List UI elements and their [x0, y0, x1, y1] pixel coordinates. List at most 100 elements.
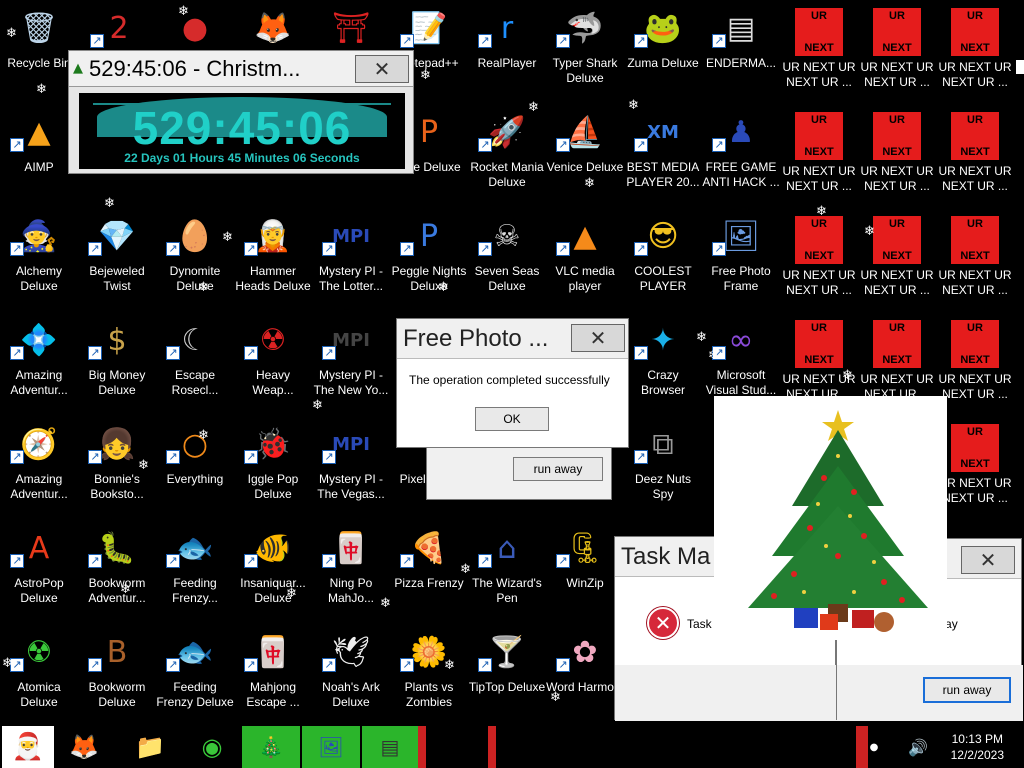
- desktop-icon[interactable]: P ↗ Peggle Nights Deluxe: [390, 208, 468, 308]
- run-away-button[interactable]: run away: [513, 457, 603, 481]
- free-photo-dialog[interactable]: Free Photo ... ✕ The operation completed…: [396, 318, 629, 448]
- desktop-icon[interactable]: 🐟 ↗ Feeding Frenzy...: [156, 520, 234, 620]
- desktop-icon[interactable]: ♟ ↗ FREE GAME ANTI HACK ...: [702, 104, 780, 204]
- desktop-icon[interactable]: ⧉ ↗ Deez Nuts Spy: [624, 416, 702, 516]
- desktop-icon[interactable]: MPI ↗ Mystery PI - The Vegas...: [312, 416, 390, 516]
- desktop-icon-label: Word Harmo...: [546, 680, 624, 694]
- desktop-icon[interactable]: ⛵ ↗ Venice Deluxe: [546, 104, 624, 204]
- ur-next-icon[interactable]: UR NEXT UR NEXT UR NEXT UR ...: [936, 312, 1014, 412]
- ur-next-icon[interactable]: UR NEXT UR NEXT UR NEXT UR ...: [780, 0, 858, 100]
- run-away-button[interactable]: run away: [923, 677, 1011, 703]
- desktop-icon[interactable]: 🧝 ↗ Hammer Heads Deluxe: [234, 208, 312, 308]
- ur-next-icon[interactable]: UR NEXT UR NEXT UR NEXT UR ...: [936, 0, 1014, 100]
- ur-next-label: UR NEXT UR NEXT UR ...: [860, 268, 934, 297]
- shortcut-arrow-icon: ↗: [88, 346, 102, 360]
- desktop-icon[interactable]: 🚀 ↗ Rocket Mania Deluxe: [468, 104, 546, 204]
- desktop-icon[interactable]: 👧 ↗ Bonnie's Booksto...: [78, 416, 156, 516]
- desktop-icon[interactable]: 😎 ↗ COOLEST PLAYER: [624, 208, 702, 308]
- ur-next-icon[interactable]: UR NEXT UR NEXT UR NEXT UR ...: [858, 0, 936, 100]
- ur-tile-top: UR: [889, 114, 905, 126]
- desktop-icon[interactable]: ▲ ↗ AIMP: [0, 104, 78, 204]
- desktop-icon[interactable]: 🀄 ↗ Ning Po MahJo...: [312, 520, 390, 620]
- desktop-icon[interactable]: 🕊 ↗ Noah's Ark Deluxe: [312, 624, 390, 724]
- ur-next-label: UR NEXT UR NEXT UR ...: [938, 372, 1012, 401]
- desktop-icon[interactable]: 🐛 ↗ Bookworm Adventur...: [78, 520, 156, 620]
- app-icon: 🦊: [254, 11, 292, 46]
- desktop-icon[interactable]: 💎 ↗ Bejeweled Twist: [78, 208, 156, 308]
- desktop-icon[interactable]: 🧭 ↗ Amazing Adventur...: [0, 416, 78, 516]
- firefox-taskbar-icon[interactable]: 🦊: [60, 726, 108, 768]
- desktop-icon[interactable]: $ ↗ Big Money Deluxe: [78, 312, 156, 412]
- desktop-icon[interactable]: 🍸 ↗ TipTop Deluxe: [468, 624, 546, 724]
- taskbar-photo-app[interactable]: 🖼: [302, 726, 360, 768]
- countdown-window[interactable]: ▲ 529:45:06 - Christm... ✕ 529:45:06 22 …: [68, 50, 414, 174]
- desktop-icon[interactable]: 🖼 ↗ Free Photo Frame: [702, 208, 780, 308]
- desktop-icon[interactable]: XM ↗ BEST MEDIA PLAYER 20...: [624, 104, 702, 204]
- free-photo-message: The operation completed successfully: [409, 373, 610, 387]
- clock-time: 10:13 PM: [951, 732, 1003, 746]
- desktop-icon[interactable]: ✦ ↗ Crazy Browser: [624, 312, 702, 412]
- desktop-icon[interactable]: 🧙 ↗ Alchemy Deluxe: [0, 208, 78, 308]
- ur-next-icon[interactable]: UR NEXT UR NEXT UR NEXT UR ...: [858, 208, 936, 308]
- desktop-icon[interactable]: ☢ ↗ Atomica Deluxe: [0, 624, 78, 724]
- free-photo-close-button[interactable]: ✕: [571, 324, 625, 352]
- desktop-icon-label: Bonnie's Booksto...: [90, 472, 144, 501]
- desktop-icon[interactable]: 🗜 ↗ WinZip: [546, 520, 624, 620]
- shortcut-arrow-icon: ↗: [478, 138, 492, 152]
- desktop-icon-label: Heavy Weap...: [252, 368, 294, 397]
- free-photo-titlebar[interactable]: Free Photo ... ✕: [397, 319, 628, 359]
- desktop-icon[interactable]: A ↗ AstroPop Deluxe: [0, 520, 78, 620]
- desktop-icon-label: Alchemy Deluxe: [15, 264, 62, 293]
- file-explorer-icon[interactable]: 📁: [128, 726, 172, 768]
- desktop-icon[interactable]: 🥚 ↗ Dynomite Deluxe: [156, 208, 234, 308]
- desktop-icon[interactable]: ✿ ↗ Word Harmo...: [546, 624, 624, 724]
- desktop-icon[interactable]: 🍕 ↗ Pizza Frenzy: [390, 520, 468, 620]
- ur-tile-top: UR: [811, 114, 827, 126]
- desktop-icon[interactable]: 🐸 ↗ Zuma Deluxe: [624, 0, 702, 100]
- desktop-icon[interactable]: ▲ ↗ VLC media player: [546, 208, 624, 308]
- desktop-icon[interactable]: 💠 ↗ Amazing Adventur...: [0, 312, 78, 412]
- desktop-icon[interactable]: 🦈 ↗ Typer Shark Deluxe: [546, 0, 624, 100]
- desktop-icon-label: Iggle Pop Deluxe: [247, 472, 299, 501]
- taskbar-clock[interactable]: 10:13 PM 12/2/2023: [951, 731, 1004, 763]
- countdown-title: 529:45:06 - Christm...: [89, 55, 301, 81]
- ur-tile-icon: UR NEXT: [795, 112, 843, 160]
- start-santa-icon[interactable]: 🎅: [2, 726, 54, 768]
- desktop-icon[interactable]: ☾ ↗ Escape Rosecl...: [156, 312, 234, 412]
- desktop-icon[interactable]: MPI ↗ Mystery PI - The Lotter...: [312, 208, 390, 308]
- ur-next-icon[interactable]: UR NEXT UR NEXT UR NEXT UR ...: [936, 208, 1014, 308]
- ur-next-icon[interactable]: UR NEXT UR NEXT UR NEXT UR ...: [780, 104, 858, 204]
- desktop-icon[interactable]: 🀄 ↗ Mahjong Escape ...: [234, 624, 312, 724]
- shortcut-arrow-icon: ↗: [400, 554, 414, 568]
- taskbar-app-window[interactable]: ▤: [362, 726, 418, 768]
- shortcut-arrow-icon: ↗: [322, 346, 336, 360]
- run-away-close-button[interactable]: ✕: [961, 546, 1015, 574]
- desktop-icon[interactable]: r ↗ RealPlayer: [468, 0, 546, 100]
- shortcut-arrow-icon: ↗: [556, 658, 570, 672]
- chrome-icon[interactable]: ◉: [190, 726, 234, 768]
- ur-tile-top: UR: [967, 114, 983, 126]
- desktop-icon[interactable]: 🗑 Recycle Bin: [0, 0, 78, 100]
- desktop-icon[interactable]: ▤ ↗ ENDERMA...: [702, 0, 780, 100]
- desktop-icon[interactable]: ☢ ↗ Heavy Weap...: [234, 312, 312, 412]
- ur-next-icon[interactable]: UR NEXT UR NEXT UR NEXT UR ...: [858, 104, 936, 204]
- desktop-icon[interactable]: 🐟 ↗ Feeding Frenzy Deluxe: [156, 624, 234, 724]
- tray-icons[interactable]: 🔊: [896, 726, 940, 768]
- desktop-icon[interactable]: ○ ↗ Everything: [156, 416, 234, 516]
- ok-button[interactable]: OK: [475, 407, 549, 431]
- ur-next-icon[interactable]: UR NEXT UR NEXT UR NEXT UR ...: [936, 416, 1014, 516]
- ur-tile-icon: UR NEXT: [873, 8, 921, 56]
- desktop-icon[interactable]: B ↗ Bookworm Deluxe: [78, 624, 156, 724]
- ur-next-icon[interactable]: UR NEXT UR NEXT UR NEXT UR ...: [780, 208, 858, 308]
- desktop-icon[interactable]: ⌂ ↗ The Wizard's Pen: [468, 520, 546, 620]
- desktop-icon[interactable]: 🌼 ↗ Plants vs Zombies: [390, 624, 468, 724]
- ur-next-icon[interactable]: UR NEXT UR NEXT UR NEXT UR ...: [936, 104, 1014, 204]
- taskbar-tree-app[interactable]: 🎄: [242, 726, 300, 768]
- desktop-icon[interactable]: 🐠 ↗ Insaniquar... Deluxe: [234, 520, 312, 620]
- desktop-icon[interactable]: ☠ ↗ Seven Seas Deluxe: [468, 208, 546, 308]
- countdown-close-button[interactable]: ✕: [355, 55, 409, 83]
- desktop-icon[interactable]: 🐞 ↗ Iggle Pop Deluxe: [234, 416, 312, 516]
- desktop-icon-label: WinZip: [566, 576, 604, 590]
- desktop-icon[interactable]: MPI ↗ Mystery PI - The New Yo...: [312, 312, 390, 412]
- shortcut-arrow-icon: ↗: [10, 450, 24, 464]
